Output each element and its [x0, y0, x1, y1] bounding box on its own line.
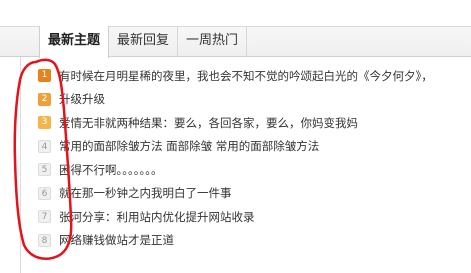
rank-badge: 1 [38, 69, 51, 83]
topic-link[interactable]: 网络赚钱做站才是正道 [59, 232, 174, 248]
topic-list: 1 有时候在月明星稀的夜里，我也会不知不觉的吟颂起白光的《今夕何夕》， 2 升级… [38, 64, 468, 252]
topic-link[interactable]: 有时候在月明星稀的夜里，我也会不知不觉的吟颂起白光的《今夕何夕》， [59, 68, 433, 84]
top-band [0, 0, 471, 26]
tab-latest-replies[interactable]: 最新回复 [109, 26, 179, 57]
tab-weekly-hot[interactable]: 一周热门 [178, 26, 248, 57]
left-divider [20, 57, 21, 273]
tab-latest-topics[interactable]: 最新主题 [39, 26, 110, 58]
list-item: 4 常用的面部除皱方法 面部除皱 常用的面部除皱方法 [38, 135, 468, 159]
list-item: 8 网络赚钱做站才是正道 [38, 229, 468, 253]
list-item: 5 困得不行啊。。。。。。。 [38, 158, 468, 182]
list-item: 1 有时候在月明星稀的夜里，我也会不知不觉的吟颂起白光的《今夕何夕》， [38, 64, 468, 88]
rank-badge: 4 [38, 139, 51, 153]
topic-link[interactable]: 困得不行啊。。。。。。。 [59, 162, 163, 178]
topic-link[interactable]: 张河分享：利用站内优化提升网站收录 [59, 209, 255, 225]
rank-badge: 6 [38, 186, 51, 200]
rank-badge: 8 [38, 233, 51, 247]
rank-badge: 2 [38, 92, 51, 106]
topic-link[interactable]: 常用的面部除皱方法 面部除皱 常用的面部除皱方法 [59, 138, 319, 154]
hot-topics-panel: 最新主题 最新回复 一周热门 1 有时候在月明星稀的夜里，我也会不知不觉的吟颂起… [0, 0, 471, 273]
rank-badge: 5 [38, 163, 51, 177]
list-item: 7 张河分享：利用站内优化提升网站收录 [38, 205, 468, 229]
topic-link[interactable]: 升级升级 [59, 91, 105, 107]
tabs: 最新主题 最新回复 一周热门 [39, 26, 248, 58]
rank-badge: 7 [38, 210, 51, 224]
topic-link[interactable]: 爱情无非就两种结果：要么，各回各家，要么，你妈变我妈 [59, 115, 358, 131]
topic-link[interactable]: 就在那一秒钟之内我明白了一件事 [59, 185, 232, 201]
list-item: 3 爱情无非就两种结果：要么，各回各家，要么，你妈变我妈 [38, 111, 468, 135]
list-item: 2 升级升级 [38, 88, 468, 112]
list-item: 6 就在那一秒钟之内我明白了一件事 [38, 182, 468, 206]
rank-badge: 3 [38, 116, 51, 130]
